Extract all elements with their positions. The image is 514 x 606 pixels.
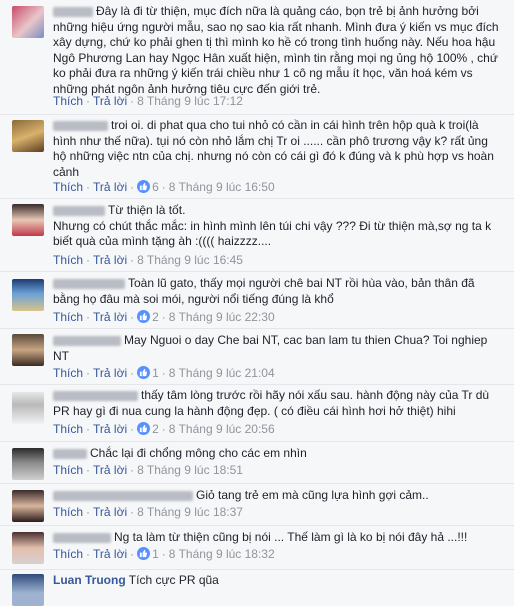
comment-body: May Nguoi o day Che bai NT, cac ban lam …	[53, 333, 500, 364]
timestamp[interactable]: 8 Tháng 9 lúc 18:51	[137, 463, 243, 477]
comment-actions: Thích · Trả lời · 2 · 8 Tháng 9 lúc 20:56	[53, 422, 275, 436]
comment-body: Luan Truong Tích cực PR qũa	[53, 573, 500, 589]
comment-body: Toàn lũ gato, thấy mọi người chê bai NT …	[53, 276, 500, 307]
reply-link[interactable]: Trả lời	[93, 94, 127, 108]
like-link[interactable]: Thích	[53, 94, 83, 108]
avatar[interactable]	[12, 6, 44, 38]
divider	[0, 384, 514, 385]
comment-text: Từ thiện là tốt.	[108, 203, 186, 217]
like-count[interactable]: 6	[152, 180, 159, 194]
timestamp[interactable]: 8 Tháng 9 lúc 16:50	[169, 180, 275, 194]
like-count-icon[interactable]	[137, 366, 151, 379]
like-link[interactable]: Thích	[53, 310, 83, 324]
comment-body: Ng ta làm từ thiện cũng bị nói ... Thế l…	[53, 530, 500, 546]
like-link[interactable]: Thích	[53, 180, 83, 194]
like-count-icon[interactable]	[137, 422, 151, 435]
comment-actions: Thích · Trả lời · 2 · 8 Tháng 9 lúc 22:30	[53, 310, 275, 324]
like-link[interactable]: Thích	[53, 505, 83, 519]
commenter-name[interactable]: Luan Truong	[53, 573, 126, 587]
commenter-name-blurred[interactable]	[53, 390, 138, 401]
comment-actions: Thích · Trả lời · 8 Tháng 9 lúc 18:37	[53, 505, 243, 519]
reply-link[interactable]: Trả lời	[93, 463, 127, 477]
comment-text: Giỏ tang trẻ em mà cũng lựa hình gợi cảm…	[196, 488, 429, 502]
comment-text: Ng ta làm từ thiện cũng bị nói ... Thế l…	[114, 530, 468, 544]
comment-text: Đây là đi từ thiện, mục đích nữa là quản…	[53, 4, 499, 96]
like-count[interactable]: 2	[152, 310, 159, 324]
comment-actions: Thích · Trả lời · 1 · 8 Tháng 9 lúc 18:32	[53, 547, 275, 561]
comment-actions: Thích · Trả lời · 6 · 8 Tháng 9 lúc 16:50	[53, 180, 275, 194]
comment-text: Chắc lại đi chổng mông cho các em nhìn	[90, 446, 307, 460]
like-link[interactable]: Thích	[53, 463, 83, 477]
avatar[interactable]	[12, 279, 44, 311]
comment-body: Giỏ tang trẻ em mà cũng lựa hình gợi cảm…	[53, 488, 500, 504]
comment-actions: Thích · Trả lời · 8 Tháng 9 lúc 18:51	[53, 463, 243, 477]
timestamp[interactable]: 8 Tháng 9 lúc 22:30	[169, 310, 275, 324]
like-count-icon[interactable]	[137, 180, 151, 193]
commenter-name-blurred[interactable]	[53, 205, 105, 216]
comment-actions: Thích · Trả lời · 8 Tháng 9 lúc 17:12	[53, 94, 243, 108]
commenter-name-blurred[interactable]	[53, 448, 87, 459]
timestamp[interactable]: 8 Tháng 9 lúc 18:32	[169, 547, 275, 561]
timestamp[interactable]: 8 Tháng 9 lúc 18:37	[137, 505, 243, 519]
avatar[interactable]	[12, 204, 44, 236]
avatar[interactable]	[12, 392, 44, 424]
commenter-name-blurred[interactable]	[53, 532, 111, 543]
reply-link[interactable]: Trả lời	[93, 180, 127, 194]
commenter-name-blurred[interactable]	[53, 278, 125, 289]
reply-link[interactable]: Trả lời	[93, 505, 127, 519]
like-link[interactable]: Thích	[53, 253, 83, 267]
divider	[0, 525, 514, 526]
comment-body: troi oi. di phat qua cho tui nhỏ có cần …	[53, 118, 500, 180]
divider	[0, 328, 514, 329]
comment-text: Tích cực PR qũa	[128, 573, 219, 587]
reply-link[interactable]: Trả lời	[93, 310, 127, 324]
timestamp[interactable]: 8 Tháng 9 lúc 17:12	[137, 94, 243, 108]
avatar[interactable]	[12, 490, 44, 522]
like-count[interactable]: 2	[152, 422, 159, 436]
comment-actions: Thích · Trả lời · 1 · 8 Tháng 9 lúc 21:04	[53, 366, 275, 380]
comment-text-continued: Nhưng có chút thắc mắc: in hình mình lên…	[53, 218, 492, 249]
commenter-name-blurred[interactable]	[53, 120, 108, 131]
like-count-icon[interactable]	[137, 310, 151, 323]
comment-body: Đây là đi từ thiện, mục đích nữa là quản…	[53, 4, 500, 97]
divider	[0, 441, 514, 442]
divider	[0, 114, 514, 115]
comment-text: troi oi. di phat qua cho tui nhỏ có cần …	[53, 118, 494, 179]
like-link[interactable]: Thích	[53, 422, 83, 436]
avatar[interactable]	[12, 334, 44, 366]
comment-body: Từ thiện là tốt. Nhưng có chút thắc mắc:…	[53, 203, 500, 250]
like-link[interactable]: Thích	[53, 366, 83, 380]
reply-link[interactable]: Trả lời	[93, 253, 127, 267]
timestamp[interactable]: 8 Tháng 9 lúc 20:56	[169, 422, 275, 436]
comment-actions: Thích · Trả lời · 8 Tháng 9 lúc 16:45	[53, 253, 243, 267]
reply-link[interactable]: Trả lời	[93, 422, 127, 436]
comment-thread: Đây là đi từ thiện, mục đích nữa là quản…	[0, 0, 514, 606]
like-count[interactable]: 1	[152, 547, 159, 561]
avatar[interactable]	[12, 574, 44, 606]
commenter-name-blurred[interactable]	[53, 335, 121, 346]
avatar[interactable]	[12, 448, 44, 480]
divider	[0, 271, 514, 272]
reply-link[interactable]: Trả lời	[93, 366, 127, 380]
timestamp[interactable]: 8 Tháng 9 lúc 21:04	[169, 366, 275, 380]
comment-body: Chắc lại đi chổng mông cho các em nhìn	[53, 446, 500, 462]
like-count[interactable]: 1	[152, 366, 159, 380]
like-link[interactable]: Thích	[53, 547, 83, 561]
reply-link[interactable]: Trả lời	[93, 547, 127, 561]
divider	[0, 569, 514, 570]
divider	[0, 198, 514, 199]
avatar[interactable]	[12, 120, 44, 152]
commenter-name-blurred[interactable]	[53, 490, 193, 501]
like-count-icon[interactable]	[137, 547, 151, 560]
divider	[0, 483, 514, 484]
commenter-name-blurred[interactable]	[53, 6, 93, 17]
comment-body: thấy tâm lòng trước rồi hãy nói xấu sau.…	[53, 388, 500, 419]
avatar[interactable]	[12, 532, 44, 564]
timestamp[interactable]: 8 Tháng 9 lúc 16:45	[137, 253, 243, 267]
